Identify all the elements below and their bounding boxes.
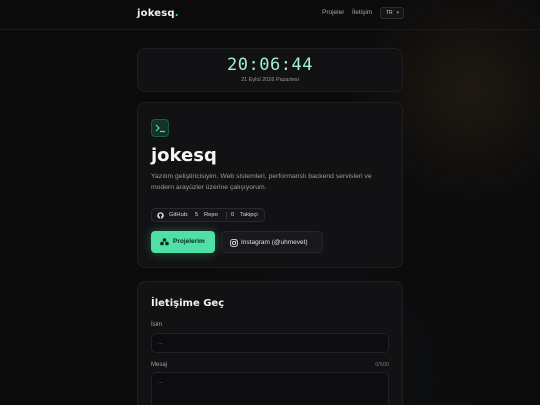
language-select[interactable]: TR ▾: [380, 7, 404, 19]
github-icon: [157, 212, 164, 219]
contact-title: İletişime Geç: [151, 298, 225, 309]
contact-card: İletişime Geç İsim ... Mesaj 0/500 ...: [137, 281, 403, 405]
stats-divider: [226, 212, 227, 219]
brand-logo[interactable]: jokesq.: [137, 8, 179, 19]
follower-count: 0: [231, 212, 235, 218]
nav-projects-link[interactable]: Projeler: [322, 9, 344, 16]
clock-time: 20:06:44: [227, 55, 313, 75]
profile-bio: Yazılım geliştiricisiyim. Web sistemleri…: [151, 173, 372, 191]
instagram-button-label: Instagram (@uhmevet): [241, 239, 308, 246]
instagram-icon: [230, 239, 238, 247]
clock-card: 20:06:44 21 Eylül 2026 Pazartesi: [137, 48, 403, 92]
name-field-label: İsim: [151, 322, 162, 328]
repo-count: 5: [195, 212, 199, 218]
chevron-down-icon: ▾: [396, 10, 399, 16]
follower-label: Takipçi: [240, 212, 258, 218]
top-navbar: jokesq. Projeler İletişim TR ▾: [0, 0, 540, 30]
layers-icon: [160, 238, 169, 246]
profile-card: jokesq Yazılım geliştiricisiyim. Web sis…: [137, 102, 403, 268]
language-value: TR: [386, 10, 393, 16]
brand-name: jokesq: [137, 8, 175, 19]
message-char-counter: 0/500: [375, 362, 389, 368]
repo-label: Repo: [204, 212, 218, 218]
clock-date: 21 Eylül 2026 Pazartesi: [241, 77, 299, 83]
terminal-icon: [151, 119, 169, 137]
name-input[interactable]: ...: [151, 333, 389, 353]
projects-button[interactable]: Projelerim: [151, 231, 215, 253]
nav-contact-link[interactable]: İletişim: [352, 9, 372, 16]
message-field-label: Mesaj: [151, 362, 168, 368]
github-label: GitHub:: [169, 212, 189, 218]
brand-dot: .: [174, 8, 179, 19]
message-textarea[interactable]: ...: [151, 372, 389, 405]
profile-name: jokesq: [151, 145, 217, 166]
github-stats-badge[interactable]: GitHub: 5 Repo 0 Takipçi: [151, 208, 265, 222]
instagram-button[interactable]: Instagram (@uhmevet): [221, 231, 323, 253]
projects-button-label: Projelerim: [173, 238, 205, 245]
